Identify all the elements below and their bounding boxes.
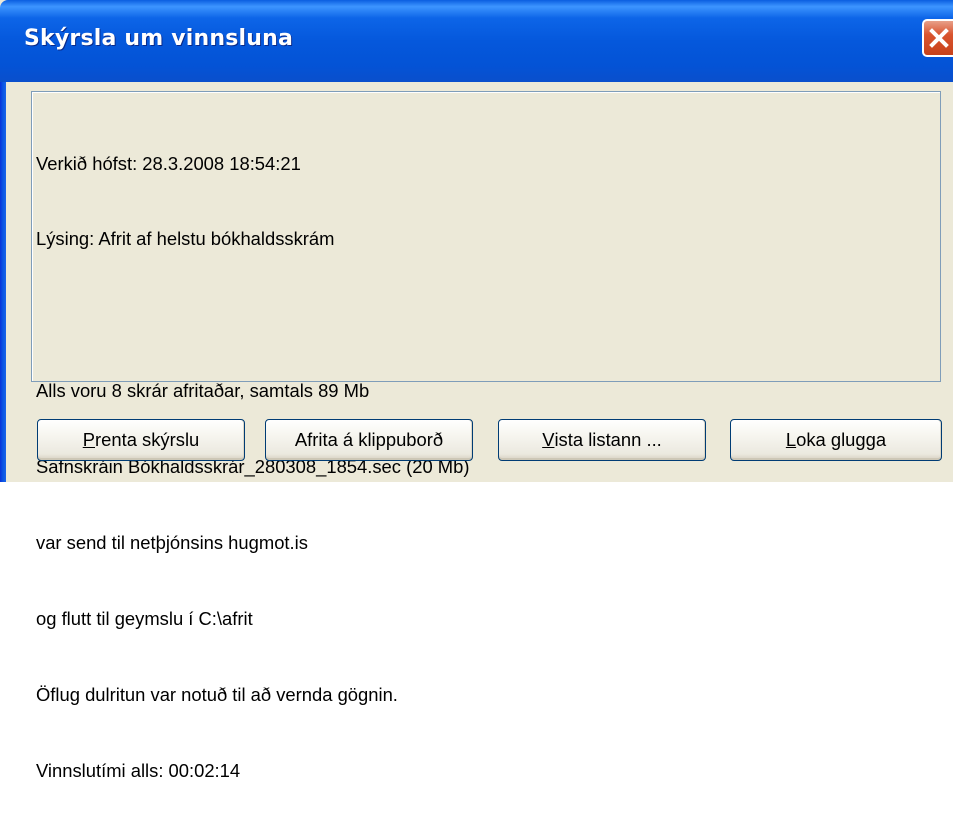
window-frame-left (0, 82, 6, 482)
report-line-file-count: Alls voru 8 skrár afritaðar, samtals 89 … (36, 380, 370, 402)
report-line-duration: Vinnslutími alls: 00:02:14 (36, 759, 241, 781)
copy-label: Afrita á klippuborð (294, 429, 444, 450)
report-dialog: Skýrsla um vinnsluna Verkið hófst: 28.3.… (0, 0, 953, 781)
window-title: Skýrsla um vinnsluna (24, 26, 294, 51)
close-x-icon (928, 28, 949, 48)
report-line-description: Lýsing: Afrit af helstu bókhaldsskrám (36, 228, 335, 250)
save-accel: V (542, 429, 555, 450)
print-label: renta skýrslu (95, 429, 200, 450)
close-dialog-button[interactable]: Loka glugga (730, 419, 942, 461)
close-window-button[interactable] (922, 19, 953, 57)
report-line-storage: og flutt til geymslu í C:\afrit (36, 607, 253, 629)
report-line-encryption: Öflug dulritun var notuð til að vernda g… (36, 683, 398, 705)
save-list-button[interactable]: Vista listann ... (498, 419, 706, 461)
report-line-start-time: Verkið hófst: 28.3.2008 18:54:21 (36, 152, 301, 174)
report-lines: Verkið hófst: 28.3.2008 18:54:21 Lýsing:… (36, 100, 469, 834)
close-accel: L (785, 429, 797, 450)
close-label: oka glugga (796, 429, 887, 450)
report-line-server: var send til netþjónsins hugmot.is (36, 532, 308, 554)
save-label: ista listann ... (554, 429, 662, 450)
print-report-button[interactable]: Prenta skýrslu (37, 419, 245, 461)
print-accel: P (82, 429, 96, 450)
title-bar[interactable]: Skýrsla um vinnsluna (0, 0, 953, 82)
copy-to-clipboard-button[interactable]: Afrita á klippuborð (265, 419, 473, 461)
report-text-box: Verkið hófst: 28.3.2008 18:54:21 Lýsing:… (31, 91, 941, 781)
report-line-blank (36, 302, 469, 327)
